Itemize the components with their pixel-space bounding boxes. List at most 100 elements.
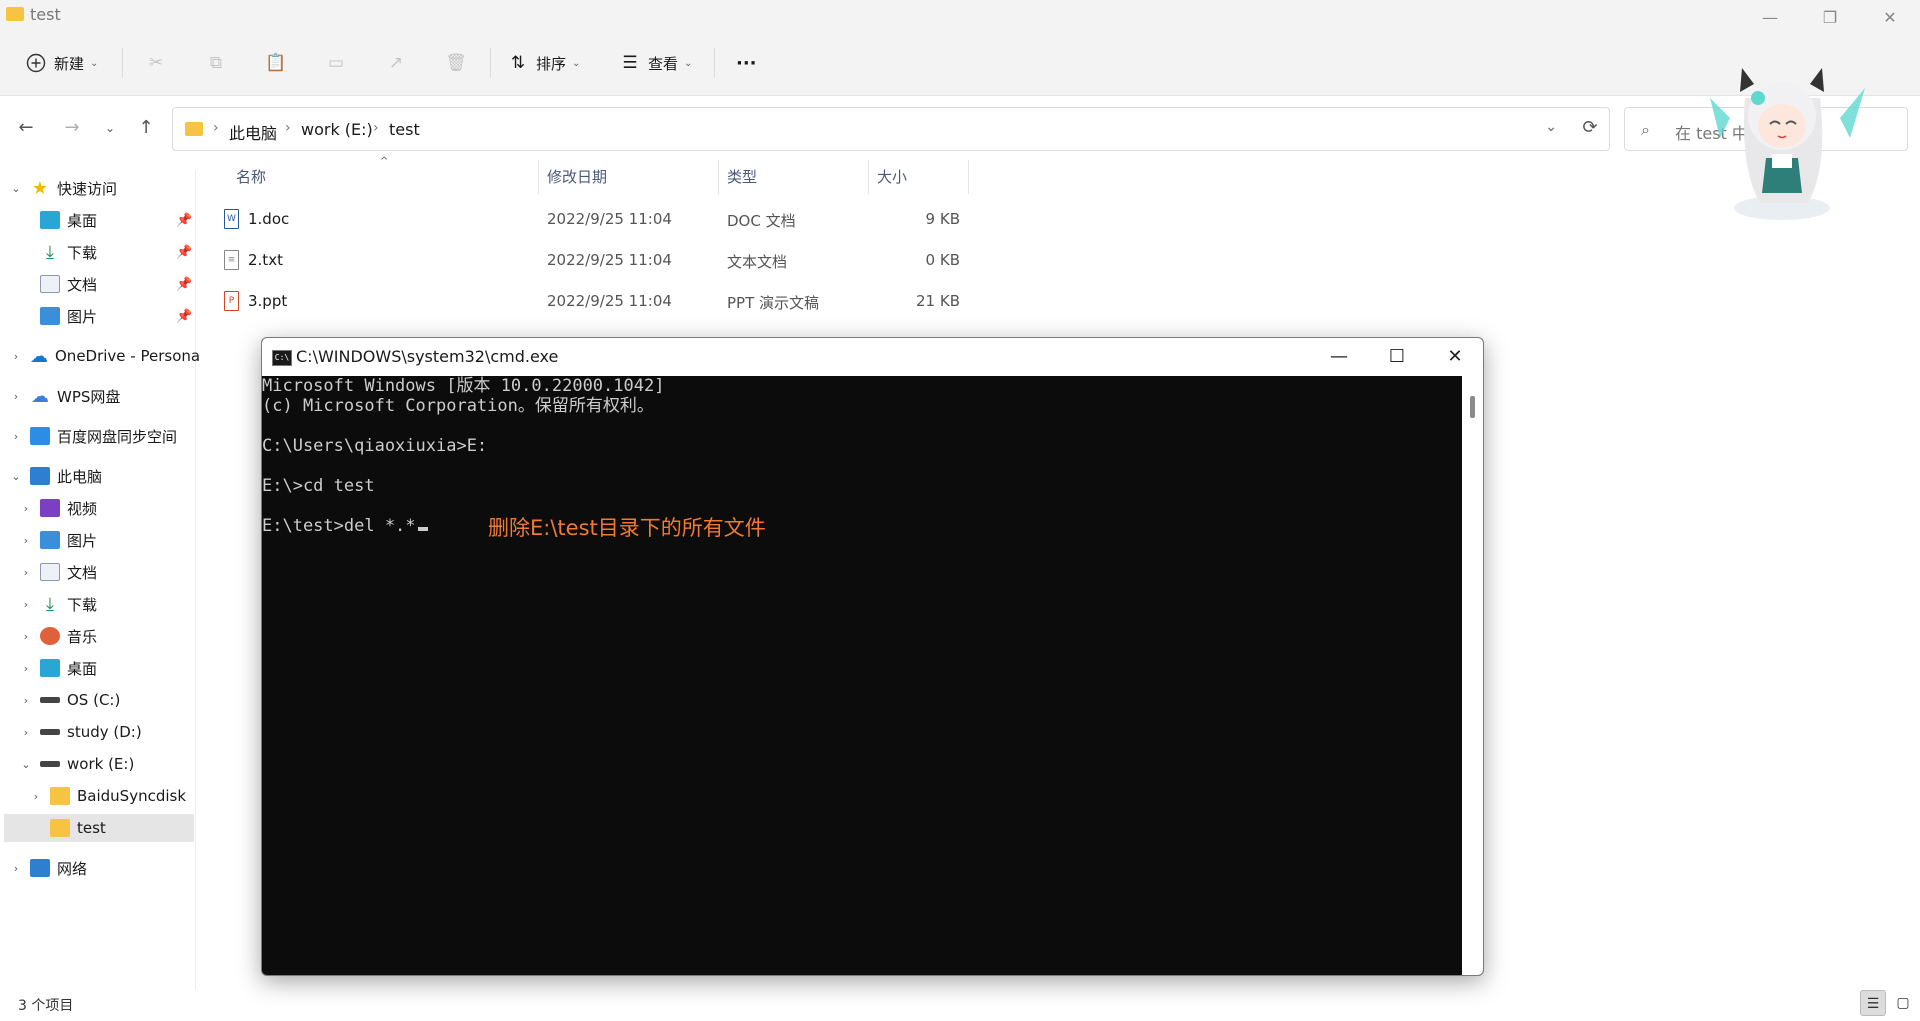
- chevron-right-icon: ›: [23, 501, 29, 515]
- back-button[interactable]: ←: [14, 116, 38, 140]
- command-bar: 新建 ⌄ ✂ ⧉ 📋 ▭ ↗ 🗑 ⇅ 排序 ⌄ ☰ 查看 ⌄ ···: [0, 30, 1920, 96]
- view-button[interactable]: ☰ 查看 ⌄: [620, 48, 692, 78]
- file-row[interactable]: P 3.ppt 2022/9/25 11:04 PPT 演示文稿 21 KB: [220, 283, 970, 321]
- address-bar[interactable]: › 此电脑 › work (E:) › test ⌄: [172, 107, 1610, 151]
- divider: [122, 48, 123, 78]
- forward-button[interactable]: →: [60, 116, 84, 140]
- sidebar-item-wps[interactable]: › ☁ WPS网盘: [0, 382, 196, 410]
- cmd-maximize-button[interactable]: ☐: [1368, 338, 1426, 376]
- sidebar-item-network[interactable]: › 网络: [0, 854, 196, 882]
- chevron-down-icon: ⌄: [90, 57, 99, 69]
- pin-icon[interactable]: 📌: [176, 277, 192, 292]
- recent-dropdown[interactable]: ⌄: [98, 116, 122, 140]
- sidebar-item-this-pc[interactable]: ⌄ 此电脑: [0, 462, 196, 490]
- sidebar-item-drive-c[interactable]: › OS (C:): [0, 686, 196, 714]
- file-type: DOC 文档: [727, 212, 796, 230]
- folder-icon: [6, 7, 24, 21]
- sidebar-label: 桌面: [67, 659, 98, 678]
- paste-button[interactable]: 📋: [265, 48, 294, 78]
- sidebar-item-pc-desktop[interactable]: › 桌面: [0, 654, 196, 682]
- sidebar-item-pc-pictures[interactable]: › 图片: [0, 526, 196, 554]
- sort-button[interactable]: ⇅ 排序 ⌄: [508, 48, 581, 78]
- copy-button[interactable]: ⧉: [206, 48, 234, 78]
- sidebar-item-test[interactable]: test: [4, 814, 194, 842]
- breadcrumb-drive[interactable]: work (E:): [301, 120, 373, 139]
- cmd-minimize-button[interactable]: —: [1310, 338, 1368, 376]
- cmd-close-button[interactable]: ✕: [1426, 338, 1483, 376]
- file-date: 2022/9/25 11:04: [547, 210, 672, 228]
- window-title: test: [30, 5, 61, 24]
- console-line: Microsoft Windows [版本 10.0.22000.1042]: [262, 376, 665, 396]
- chevron-right-icon: ›: [13, 389, 19, 403]
- file-type: 文本文档: [727, 253, 788, 271]
- new-button[interactable]: 新建 ⌄: [26, 48, 98, 78]
- column-header-date[interactable]: 修改日期: [547, 166, 607, 187]
- details-view-button[interactable]: ☰: [1860, 990, 1886, 1016]
- column-divider[interactable]: [968, 160, 969, 194]
- breadcrumb-this-pc[interactable]: 此电脑: [229, 120, 277, 144]
- sidebar-item-baidu[interactable]: › 百度网盘同步空间: [0, 422, 196, 450]
- sidebar-item-documents[interactable]: 文档 📌: [0, 270, 196, 298]
- console-scrollbar[interactable]: [1462, 376, 1483, 975]
- baidu-netdisk-icon: [30, 427, 50, 445]
- pin-icon[interactable]: 📌: [176, 309, 192, 324]
- rename-button[interactable]: ▭: [326, 48, 354, 78]
- sidebar-label: 网络: [57, 859, 88, 878]
- sidebar-item-quick-access[interactable]: ⌄ ★ 快速访问: [0, 174, 196, 202]
- chevron-right-icon: ›: [373, 120, 379, 136]
- document-icon: [40, 563, 60, 581]
- network-icon: [30, 859, 50, 877]
- tiles-view-button[interactable]: ▢: [1890, 990, 1916, 1016]
- breadcrumb-folder[interactable]: test: [389, 120, 420, 139]
- chevron-down-icon[interactable]: ⌄: [1545, 119, 1557, 135]
- column-header-type[interactable]: 类型: [727, 166, 757, 187]
- sort-ascending-icon: ^: [380, 156, 389, 167]
- console-line: (c) Microsoft Corporation。保留所有权利。: [262, 396, 654, 416]
- refresh-button[interactable]: ⟳: [1578, 116, 1602, 140]
- delete-button[interactable]: 🗑: [445, 48, 474, 78]
- up-button[interactable]: ↑: [134, 116, 158, 140]
- sidebar-label: 百度网盘同步空间: [57, 427, 178, 446]
- console-output[interactable]: Microsoft Windows [版本 10.0.22000.1042] (…: [262, 376, 1462, 975]
- share-button[interactable]: ↗: [386, 48, 414, 78]
- column-divider[interactable]: [538, 160, 539, 194]
- sidebar-item-pc-downloads[interactable]: › ⤓ 下载: [0, 590, 196, 618]
- cmd-title-bar[interactable]: C:\ C:\WINDOWS\system32\cmd.exe — ☐ ✕: [262, 338, 1483, 376]
- file-row[interactable]: ≡ 2.txt 2022/9/25 11:04 文本文档 0 KB: [220, 242, 970, 280]
- sidebar-item-baidusyncdisk[interactable]: › BaiduSyncdisk: [0, 782, 196, 810]
- file-row[interactable]: W 1.doc 2022/9/25 11:04 DOC 文档 9 KB: [220, 201, 970, 239]
- pin-icon[interactable]: 📌: [176, 213, 192, 228]
- chevron-down-icon: ⌄: [11, 181, 21, 195]
- chevron-down-icon: ⌄: [21, 757, 31, 771]
- column-header-size[interactable]: 大小: [877, 166, 907, 187]
- cloud-icon: ☁: [31, 385, 49, 407]
- chevron-right-icon: ›: [23, 693, 29, 707]
- cmd-window[interactable]: C:\ C:\WINDOWS\system32\cmd.exe — ☐ ✕ Mi…: [261, 337, 1484, 976]
- sidebar-item-onedrive[interactable]: › ☁ OneDrive - Persona: [0, 342, 200, 370]
- sidebar-item-drive-e[interactable]: ⌄ work (E:): [0, 750, 196, 778]
- scrollbar-thumb[interactable]: [1470, 396, 1475, 418]
- chevron-right-icon: ›: [23, 597, 29, 611]
- sidebar-item-drive-d[interactable]: › study (D:): [0, 718, 196, 746]
- sidebar-item-music[interactable]: › 音乐: [0, 622, 196, 650]
- sidebar-item-pictures[interactable]: 图片 📌: [0, 302, 196, 330]
- file-type: PPT 演示文稿: [727, 294, 820, 312]
- more-button[interactable]: ···: [736, 48, 757, 78]
- column-divider[interactable]: [718, 160, 719, 194]
- chevron-right-icon: ›: [285, 120, 291, 136]
- sidebar-item-desktop[interactable]: 桌面 📌: [0, 206, 196, 234]
- sidebar-item-downloads[interactable]: ⤓ 下载 📌: [0, 238, 196, 266]
- folder-icon: [185, 122, 203, 136]
- chevron-right-icon: ›: [33, 789, 39, 803]
- cut-button[interactable]: ✂: [146, 48, 174, 78]
- column-header-name[interactable]: 名称: [236, 166, 266, 187]
- chevron-right-icon: ›: [13, 861, 19, 875]
- sidebar-item-pc-documents[interactable]: › 文档: [0, 558, 196, 586]
- terminal-icon: C:\: [272, 350, 292, 366]
- column-divider[interactable]: [868, 160, 869, 194]
- pin-icon[interactable]: 📌: [176, 245, 192, 260]
- scissors-icon: ✂: [148, 53, 164, 73]
- sidebar-label: work (E:): [67, 755, 135, 773]
- sidebar-item-videos[interactable]: › 视频: [0, 494, 196, 522]
- sort-label: 排序: [536, 54, 567, 73]
